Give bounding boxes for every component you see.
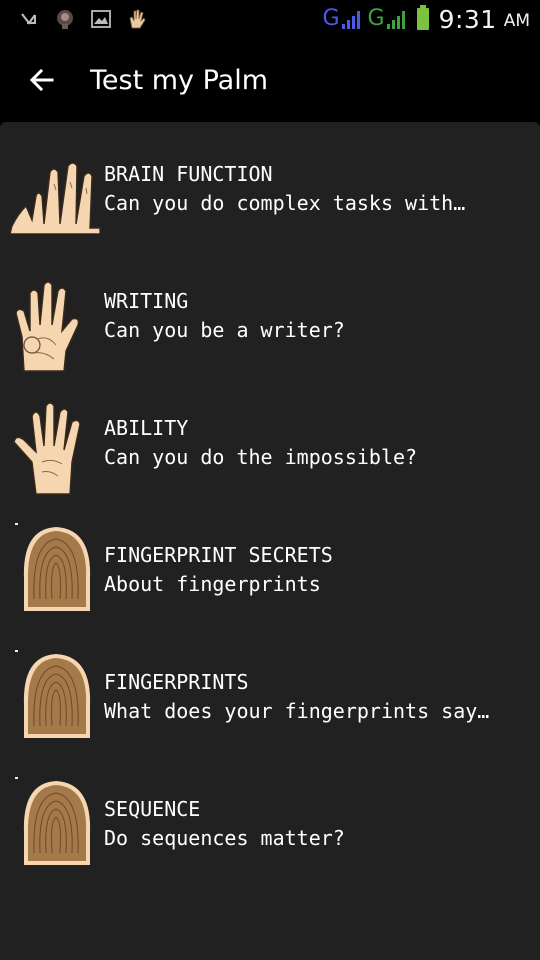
fingerprint-icon — [10, 646, 102, 742]
signal-strength-icon — [341, 9, 360, 29]
topic-list: BRAIN FUNCTION Can you do complex tasks … — [0, 122, 540, 960]
signal-off-icon — [18, 8, 40, 30]
palm-fingers-icon — [9, 154, 102, 250]
arrow-left-icon[interactable] — [12, 50, 72, 110]
item-title: ABILITY — [104, 416, 189, 440]
item-subtitle: About fingerprints — [104, 572, 321, 596]
list-item-fingerprint-secrets[interactable]: FINGERPRINT SECRETS About fingerprints — [0, 523, 540, 643]
item-subtitle: What does your fingerprints say… — [104, 699, 490, 723]
clock-ampm: AM — [503, 11, 530, 31]
network-type-label: G — [322, 6, 340, 31]
list-item-fingerprints[interactable]: FINGERPRINTS What does your fingerprints… — [0, 650, 540, 770]
list-item-sequence[interactable]: SEQUENCE Do sequences matter? — [0, 777, 540, 897]
battery-icon — [416, 5, 429, 30]
item-subtitle: Can you do the impossible? — [104, 445, 418, 469]
item-subtitle: Can you be a writer? — [104, 318, 345, 342]
avatar-icon — [54, 8, 76, 30]
item-title: WRITING — [104, 289, 189, 313]
fingerprint-icon — [10, 519, 102, 615]
item-title: FINGERPRINT SECRETS — [104, 543, 333, 567]
list-item-writing[interactable]: WRITING Can you be a writer? — [0, 269, 540, 389]
list-item-brain-function[interactable]: BRAIN FUNCTION Can you do complex tasks … — [0, 142, 540, 262]
hand-icon — [126, 8, 148, 30]
fingerprint-icon — [10, 773, 102, 869]
palm-hand-icon — [10, 279, 102, 375]
item-subtitle: Can you do complex tasks with… — [104, 191, 466, 215]
status-bar: G G 9:31 AM — [0, 0, 540, 38]
open-hand-icon — [10, 402, 102, 498]
list-item-ability[interactable]: ABILITY Can you do the impossible? — [0, 396, 540, 516]
page-title: Test my Palm — [90, 64, 269, 96]
item-subtitle: Do sequences matter? — [104, 826, 345, 850]
item-title: BRAIN FUNCTION — [104, 162, 273, 186]
item-title: FINGERPRINTS — [104, 670, 249, 694]
image-icon — [90, 8, 112, 30]
signal-strength-icon-2 — [386, 9, 405, 29]
app-toolbar: Test my Palm — [0, 38, 540, 122]
clock: 9:31 — [438, 4, 497, 34]
item-title: SEQUENCE — [104, 797, 201, 821]
network-type-label-2: G — [367, 6, 385, 31]
